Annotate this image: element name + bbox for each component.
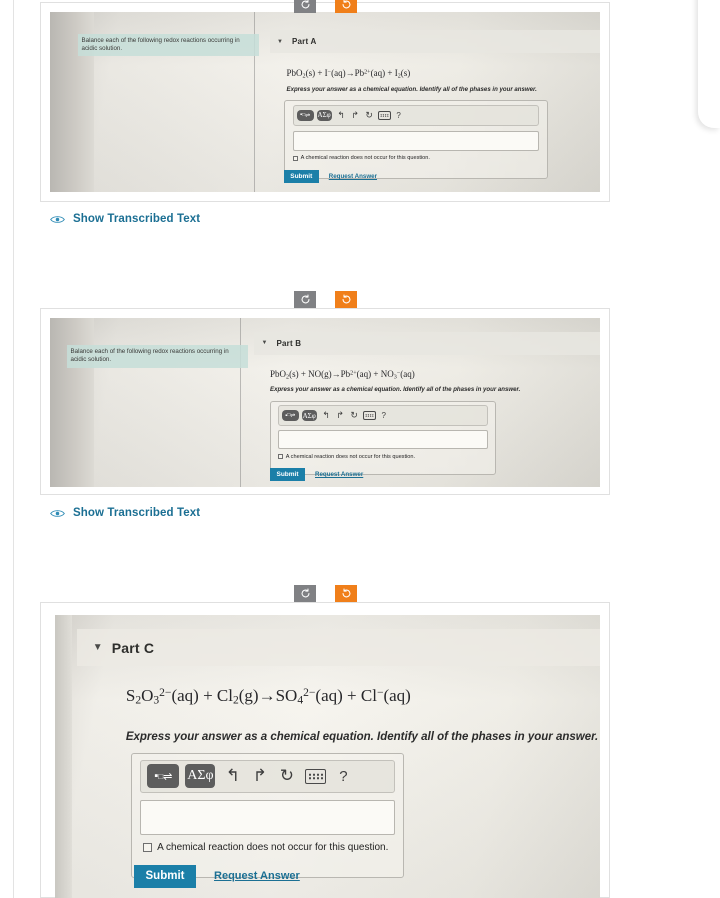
keyboard-icon-a[interactable] — [377, 110, 391, 120]
rotate-clockwise-button-b[interactable] — [335, 291, 357, 308]
rotate-counterclockwise-icon — [301, 0, 309, 9]
chemical-equation-a: PbO2(s) + I−(aq)→Pb2+(aq) + I2(s) — [286, 67, 411, 80]
rotate-toolbar-part-c — [294, 585, 357, 602]
answer-widget-b: ▪ □ ⇌ ΑΣφ ↰ ↱ ↻ ? A chemical reaction does… — [270, 400, 496, 476]
answer-instruction-a: Express your answer as a chemical equati… — [286, 85, 537, 93]
page-spine-shadow — [50, 318, 94, 487]
scanned-photo-part-c[interactable]: ▼ Part C S2O32−(aq) + Cl2(g)→SO42−(aq) +… — [55, 615, 600, 898]
rotate-counterclockwise-icon — [301, 294, 309, 304]
page-left-divider — [13, 0, 14, 898]
photo-card-part-a: Balance each of the following redox reac… — [40, 2, 610, 202]
rotate-toolbar-part-a — [294, 0, 357, 13]
part-label-a: Part A — [291, 37, 317, 47]
no-reaction-checkbox-c[interactable] — [143, 843, 153, 853]
photo-card-part-b: Balance each of the following redox reac… — [40, 308, 610, 495]
show-transcribed-text-label-b: Show Transcribed Text — [73, 507, 201, 519]
scanned-photo-part-b[interactable]: Balance each of the following redox reac… — [50, 318, 600, 487]
part-header-b[interactable]: ▼ Part B — [253, 331, 600, 356]
collapse-caret-icon-b[interactable]: ▼ — [262, 340, 268, 346]
collapse-caret-icon-a[interactable]: ▼ — [277, 39, 283, 45]
greek-symbols-button-a[interactable]: ΑΣφ — [316, 109, 332, 121]
part-header-c[interactable]: ▼ Part C — [76, 629, 600, 667]
redo-button-b[interactable]: ↱ — [335, 410, 346, 421]
side-panel-edge[interactable] — [698, 0, 720, 128]
no-reaction-checkbox-b[interactable] — [277, 454, 283, 460]
greek-symbols-button-c[interactable]: ΑΣφ — [185, 764, 216, 789]
show-transcribed-text-label-a: Show Transcribed Text — [73, 213, 201, 225]
rotate-counterclockwise-button-c[interactable] — [294, 585, 316, 602]
no-reaction-label-b: A chemical reaction does not occur for t… — [285, 453, 416, 460]
show-transcribed-text-b[interactable]: Show Transcribed Text — [50, 507, 200, 519]
rotate-counterclockwise-button-a[interactable] — [294, 0, 316, 13]
undo-button-c[interactable]: ↰ — [223, 765, 242, 787]
collapse-caret-icon-c[interactable]: ▼ — [93, 642, 103, 653]
undo-button-b[interactable]: ↰ — [321, 410, 332, 421]
request-answer-link-a[interactable]: Request Answer — [329, 173, 377, 180]
rotate-clockwise-icon — [342, 0, 350, 9]
equation-toolbar-b: ▪ □ ⇌ ΑΣφ ↰ ↱ ↻ ? — [277, 405, 488, 426]
rotate-counterclockwise-button-b[interactable] — [294, 291, 316, 308]
chemical-equation-c: S2O32−(aq) + Cl2(g)→SO42−(aq) + Cl−(aq) — [125, 686, 411, 707]
submit-row-a: Submit Request Answer — [283, 170, 377, 184]
reset-button-c[interactable]: ↻ — [277, 765, 296, 787]
question-prompt-b: Balance each of the following redox reac… — [66, 345, 248, 368]
scanned-photo-part-a[interactable]: Balance each of the following redox reac… — [50, 12, 600, 192]
page-gutter-line — [239, 318, 241, 487]
no-reaction-checkbox-a[interactable] — [292, 155, 298, 161]
greek-symbols-button-b[interactable]: ΑΣφ — [301, 410, 317, 422]
rotate-toolbar-part-b — [294, 291, 357, 308]
redo-button-a[interactable]: ↱ — [350, 110, 361, 121]
no-reaction-label-c: A chemical reaction does not occur for t… — [157, 842, 389, 854]
answer-widget-a: ▪ □ ⇌ ΑΣφ ↰ ↱ ↻ ? A chemical reaction does… — [283, 100, 548, 180]
submit-button-b[interactable]: Submit — [270, 468, 305, 482]
help-button-b[interactable]: ? — [379, 410, 389, 421]
submit-row-b: Submit Request Answer — [270, 468, 363, 482]
no-reaction-label-a: A chemical reaction does not occur for t… — [300, 155, 430, 162]
reset-button-a[interactable]: ↻ — [364, 110, 375, 121]
keyboard-icon-c[interactable] — [305, 768, 327, 784]
screenshot-root: Balance each of the following redox reac… — [0, 0, 720, 898]
eye-icon — [50, 215, 65, 223]
no-reaction-row-b[interactable]: A chemical reaction does not occur for t… — [277, 453, 416, 460]
photo-card-part-c: ▼ Part C S2O32−(aq) + Cl2(g)→SO42−(aq) +… — [40, 602, 610, 898]
question-prompt-a: Balance each of the following redox reac… — [77, 33, 259, 57]
rotate-counterclockwise-icon — [301, 588, 309, 598]
answer-input-c[interactable] — [140, 800, 395, 835]
redo-button-c[interactable]: ↱ — [250, 765, 269, 787]
template-button-c[interactable]: ▪ □ ⇌ — [147, 764, 180, 789]
request-answer-link-c[interactable]: Request Answer — [214, 870, 300, 882]
request-answer-link-b[interactable]: Request Answer — [315, 471, 363, 478]
rotate-clockwise-button-c[interactable] — [335, 585, 357, 602]
part-label-b: Part B — [276, 338, 302, 348]
keyboard-icon-b[interactable] — [362, 411, 376, 421]
answer-instruction-b: Express your answer as a chemical equati… — [270, 386, 521, 394]
help-button-c[interactable]: ? — [335, 765, 351, 787]
rotate-clockwise-button-a[interactable] — [335, 0, 357, 13]
page-spine-shadow — [55, 615, 73, 898]
equation-toolbar-c: ▪ □ ⇌ ΑΣφ ↰ ↱ ↻ ? — [140, 759, 395, 794]
answer-input-a[interactable] — [292, 130, 539, 151]
submit-button-c[interactable]: Submit — [134, 864, 197, 888]
answer-input-b[interactable] — [277, 430, 488, 449]
rotate-clockwise-icon — [342, 588, 350, 598]
chemical-equation-b: PbO2(s) + NO(g)→Pb2+(aq) + NO3−(aq) — [270, 368, 415, 381]
part-header-a[interactable]: ▼ Part A — [270, 30, 600, 54]
submit-row-c: Submit Request Answer — [134, 864, 300, 888]
rotate-clockwise-icon — [342, 294, 350, 304]
template-button-a[interactable]: ▪ □ ⇌ — [296, 109, 314, 121]
help-button-a[interactable]: ? — [394, 110, 404, 121]
no-reaction-row-a[interactable]: A chemical reaction does not occur for t… — [292, 155, 430, 162]
template-button-b[interactable]: ▪ □ ⇌ — [281, 410, 299, 422]
show-transcribed-text-a[interactable]: Show Transcribed Text — [50, 213, 200, 225]
answer-widget-c: ▪ □ ⇌ ΑΣφ ↰ ↱ ↻ ? A chemical reaction does… — [131, 752, 404, 878]
eye-icon — [50, 509, 65, 517]
answer-instruction-c: Express your answer as a chemical equati… — [125, 731, 599, 744]
part-label-c: Part C — [111, 639, 155, 656]
undo-button-a[interactable]: ↰ — [336, 110, 347, 121]
submit-button-a[interactable]: Submit — [283, 170, 319, 184]
no-reaction-row-c[interactable]: A chemical reaction does not occur for t… — [143, 842, 388, 853]
equation-toolbar-a: ▪ □ ⇌ ΑΣφ ↰ ↱ ↻ ? — [292, 105, 539, 126]
reset-button-b[interactable]: ↻ — [349, 410, 360, 421]
